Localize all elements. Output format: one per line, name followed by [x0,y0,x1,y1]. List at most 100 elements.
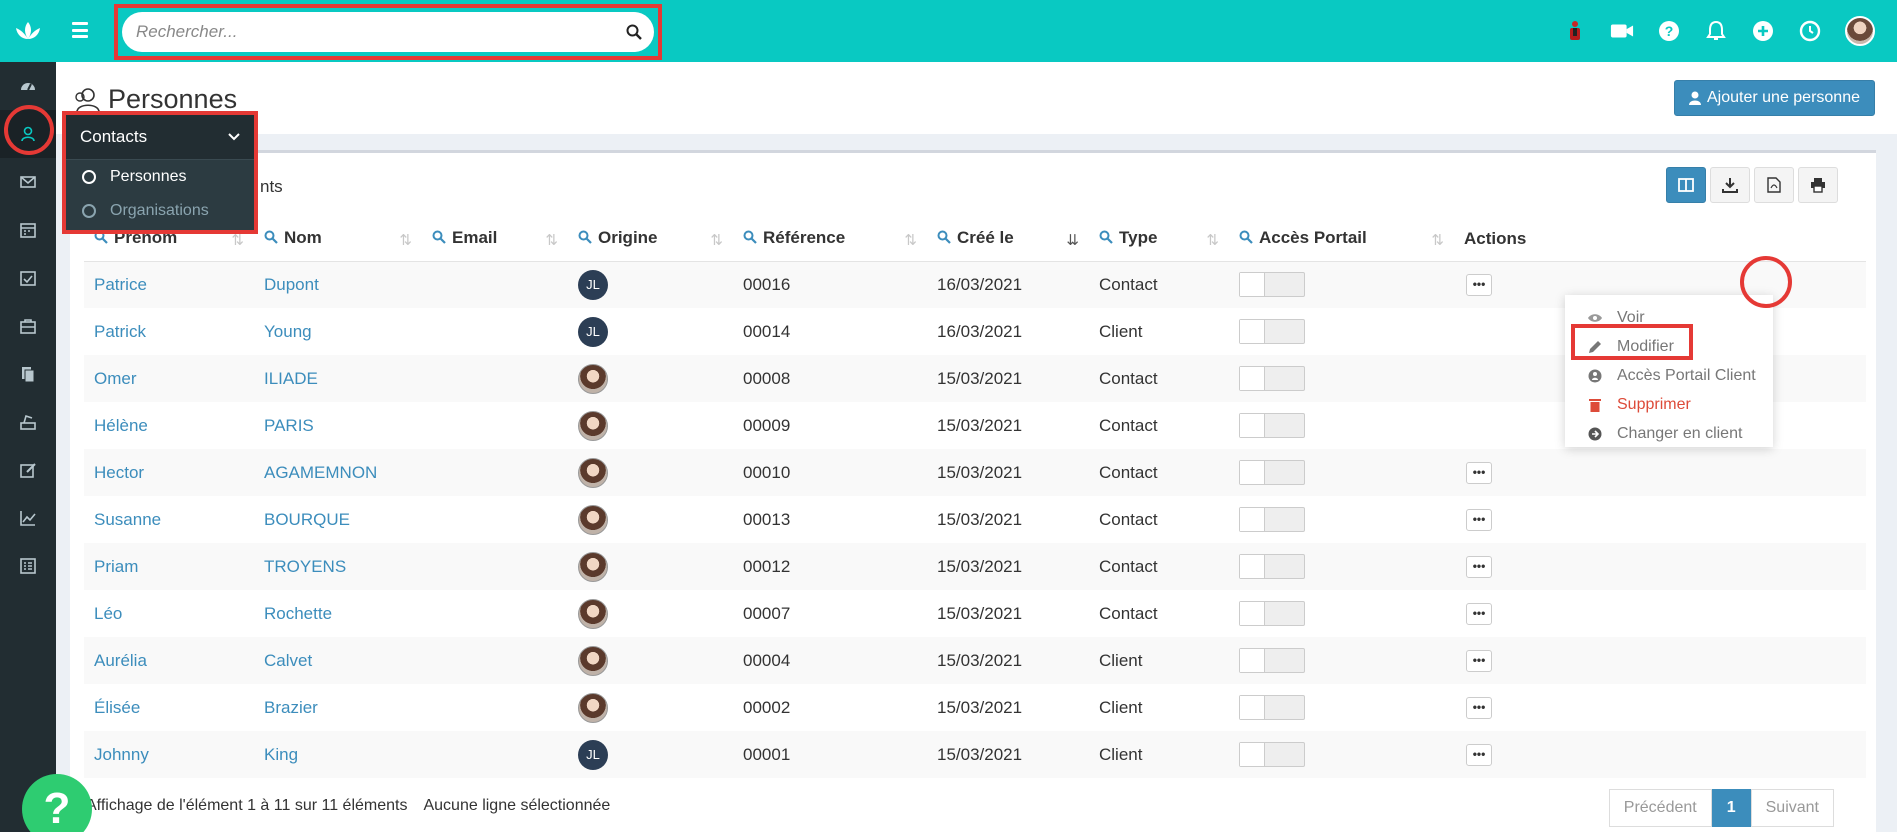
nom-link[interactable]: King [264,745,298,764]
portal-toggle[interactable] [1239,554,1305,579]
submenu-item-personnes[interactable]: Personnes [66,160,254,194]
nom-link[interactable]: TROYENS [264,557,346,576]
search-icon[interactable] [626,24,642,40]
portal-toggle[interactable] [1239,460,1305,485]
sort-icon[interactable]: ⇅ [904,231,917,249]
sort-desc-icon[interactable]: ⇊ [1066,231,1079,249]
agent-icon[interactable] [1563,19,1587,43]
print-button[interactable] [1798,167,1838,203]
prenom-link[interactable]: Susanne [94,510,161,529]
portal-toggle[interactable] [1239,272,1305,298]
sidebar-item-stats[interactable] [0,494,56,542]
col-acces-portail[interactable]: Accès Portail ⇅ [1229,217,1454,262]
action-changer-client[interactable]: Changer en client [1565,419,1773,448]
bell-icon[interactable] [1704,19,1728,43]
pagination-page[interactable]: 1 [1711,789,1751,827]
action-acces-portail[interactable]: Accès Portail Client [1565,361,1773,390]
sidebar-item-tasks[interactable] [0,254,56,302]
row-actions-button[interactable]: ••• [1466,273,1492,296]
portal-toggle[interactable] [1239,413,1305,438]
plus-circle-icon[interactable] [1751,19,1775,43]
pagination-prev[interactable]: Précédent [1608,789,1712,827]
nom-link[interactable]: Calvet [264,651,312,670]
row-actions-button[interactable]: ••• [1466,649,1492,672]
nom-link[interactable]: BOURQUE [264,510,350,529]
nom-link[interactable]: Young [264,322,312,341]
col-type[interactable]: Type ⇅ [1089,217,1229,262]
row-actions-button[interactable]: ••• [1466,743,1492,766]
sidebar-item-dashboard[interactable] [0,62,56,110]
prenom-link[interactable]: Léo [94,604,122,623]
submenu-item-organisations[interactable]: Organisations [66,194,254,228]
portal-toggle[interactable] [1239,507,1305,532]
pagination-next[interactable]: Suivant [1750,789,1834,827]
portal-toggle[interactable] [1239,742,1305,767]
submenu-header[interactable]: Contacts [66,115,254,160]
prenom-link[interactable]: Priam [94,557,138,576]
row-actions-button[interactable]: ••• [1466,555,1492,578]
prenom-link[interactable]: Patrick [94,322,146,341]
portal-toggle[interactable] [1239,319,1305,344]
sidebar-item-billing[interactable] [0,398,56,446]
col-nom[interactable]: Nom ⇅ [254,217,422,262]
portal-toggle[interactable] [1239,695,1305,720]
search-input[interactable] [136,22,626,42]
col-origine[interactable]: Origine ⇅ [568,217,733,262]
question-circle-icon[interactable]: ? [1657,19,1681,43]
portal-toggle[interactable] [1239,366,1305,391]
prenom-link[interactable]: Omer [94,369,137,388]
sort-icon[interactable]: ⇅ [399,231,412,249]
nom-link[interactable]: PARIS [264,416,314,435]
app-logo[interactable] [0,0,56,62]
sort-icon[interactable]: ⇅ [1431,231,1444,249]
row-actions-button[interactable]: ••• [1466,696,1492,719]
columns-button[interactable] [1666,167,1706,203]
nom-link[interactable]: ILIADE [264,369,318,388]
action-supprimer[interactable]: Supprimer [1565,390,1773,419]
add-person-button[interactable]: Ajouter une personne [1674,80,1875,116]
col-origine-label: Origine [598,228,658,248]
nom-link[interactable]: Brazier [264,698,318,717]
row-actions-button[interactable]: ••• [1466,508,1492,531]
video-camera-icon[interactable] [1610,19,1634,43]
col-cree-le[interactable]: Créé le ⇊ [927,217,1089,262]
col-reference[interactable]: Référence ⇅ [733,217,927,262]
user-avatar[interactable] [1845,16,1875,46]
sort-icon[interactable]: ⇅ [545,231,558,249]
sidebar-item-reports[interactable] [0,542,56,590]
column-search-icon[interactable] [937,229,951,249]
sidebar-item-notes[interactable] [0,446,56,494]
row-actions-button[interactable]: ••• [1466,461,1492,484]
column-search-icon[interactable] [432,229,446,249]
prenom-link[interactable]: Hélène [94,416,148,435]
menu-toggle-icon[interactable] [70,20,90,40]
portal-toggle[interactable] [1239,601,1305,626]
nom-link[interactable]: Rochette [264,604,332,623]
col-email[interactable]: Email ⇅ [422,217,568,262]
prenom-link[interactable]: Aurélia [94,651,147,670]
column-search-icon[interactable] [1099,229,1113,249]
sidebar-item-projects[interactable] [0,302,56,350]
column-search-icon[interactable] [743,229,757,249]
date-cell: 15/03/2021 [937,415,1023,435]
clock-icon[interactable] [1798,19,1822,43]
pdf-button[interactable] [1754,167,1794,203]
sort-icon[interactable]: ⇅ [710,231,723,249]
portal-toggle[interactable] [1239,648,1305,673]
export-button[interactable] [1710,167,1750,203]
column-search-icon[interactable] [264,229,278,249]
nom-link[interactable]: Dupont [264,275,319,294]
row-actions-button[interactable]: ••• [1466,602,1492,625]
email-cell [422,308,568,355]
column-search-icon[interactable] [578,229,592,249]
prenom-link[interactable]: Johnny [94,745,149,764]
prenom-link[interactable]: Élisée [94,698,140,717]
nom-link[interactable]: AGAMEMNON [264,463,377,482]
sidebar-item-documents[interactable] [0,350,56,398]
prenom-link[interactable]: Hector [94,463,144,482]
prenom-link[interactable]: Patrice [94,275,147,294]
sort-icon[interactable]: ⇅ [1206,231,1219,249]
sidebar-item-calendar[interactable] [0,206,56,254]
column-search-icon[interactable] [1239,229,1253,249]
sidebar-item-mail[interactable] [0,158,56,206]
